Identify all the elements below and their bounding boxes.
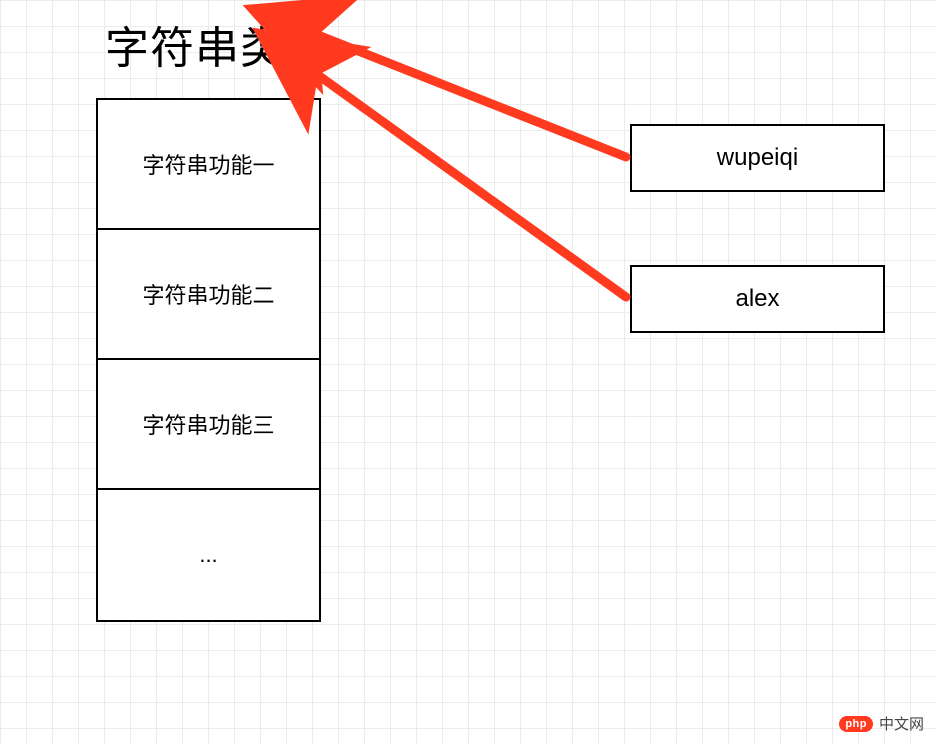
class-method-cell: 字符串功能一 — [98, 100, 319, 230]
object-box: alex — [630, 265, 885, 333]
watermark: php 中文网 — [839, 713, 924, 734]
class-method-stack: 字符串功能一 字符串功能二 字符串功能三 ... — [96, 98, 321, 622]
class-method-cell: 字符串功能二 — [98, 230, 319, 360]
class-method-cell: 字符串功能三 — [98, 360, 319, 490]
watermark-text: 中文网 — [879, 713, 924, 734]
watermark-logo: php — [839, 716, 873, 732]
object-box: wupeiqi — [630, 124, 885, 192]
object-label: wupeiqi — [717, 144, 798, 172]
diagram-title: 字符串类 — [105, 12, 285, 76]
object-label: alex — [735, 285, 779, 313]
class-method-cell: ... — [98, 490, 319, 620]
